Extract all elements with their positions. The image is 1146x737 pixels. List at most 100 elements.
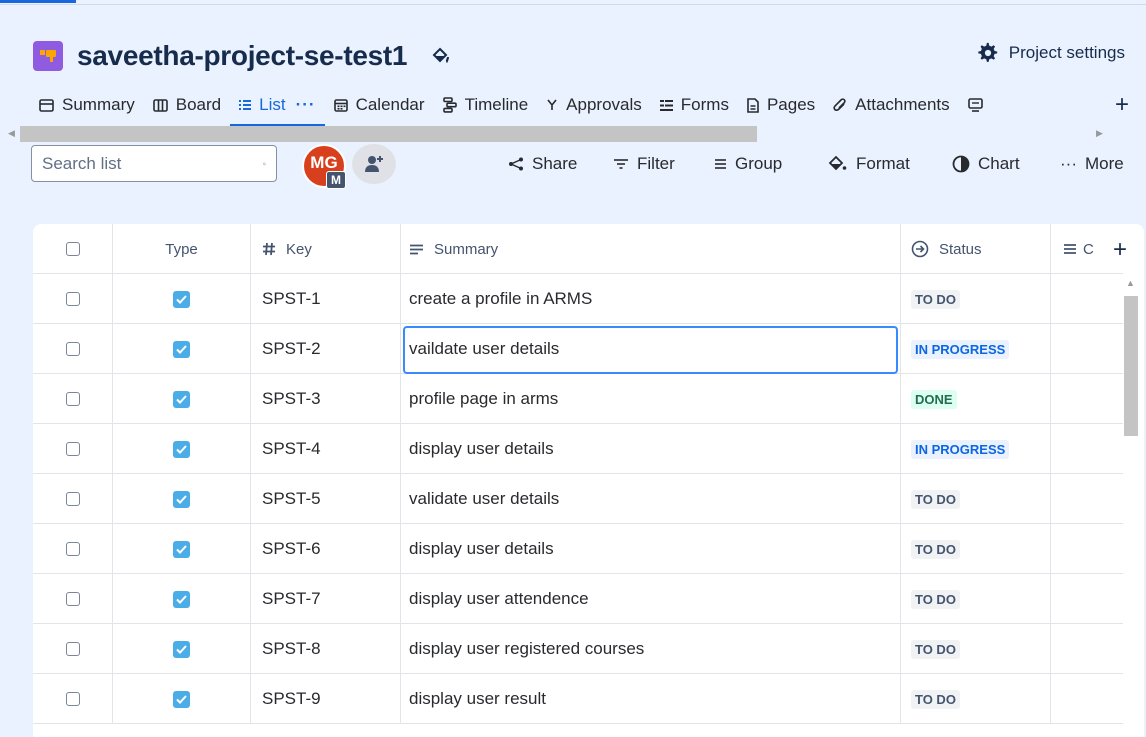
status-badge[interactable]: IN PROGRESS	[911, 439, 1010, 459]
row-status-cell[interactable]: TO DO	[901, 524, 1051, 574]
table-row[interactable]: SPST-2 vaildate user details IN PROGRESS	[33, 324, 1123, 374]
status-badge[interactable]: DONE	[911, 389, 957, 409]
task-type-icon[interactable]	[173, 340, 190, 358]
row-summary-cell[interactable]: vaildate user details	[401, 324, 901, 374]
status-badge[interactable]: TO DO	[911, 289, 960, 309]
issue-key[interactable]: SPST-2	[262, 339, 321, 359]
row-checkbox[interactable]	[65, 692, 80, 706]
row-extra-cell[interactable]	[1051, 624, 1123, 674]
issue-key[interactable]: SPST-9	[262, 689, 321, 709]
select-all-checkbox[interactable]	[65, 242, 80, 256]
issue-key[interactable]: SPST-3	[262, 389, 321, 409]
row-extra-cell[interactable]	[1051, 474, 1123, 524]
row-key-cell[interactable]: SPST-6	[251, 524, 401, 574]
tab-approvals[interactable]: Approvals	[537, 90, 651, 120]
issue-key[interactable]: SPST-4	[262, 439, 321, 459]
row-status-cell[interactable]: TO DO	[901, 674, 1051, 724]
project-avatar-icon[interactable]	[33, 41, 63, 71]
status-badge[interactable]: TO DO	[911, 489, 960, 509]
row-checkbox[interactable]	[65, 492, 80, 506]
scroll-up-icon[interactable]: ▲	[1126, 278, 1135, 288]
tab-forms[interactable]: Forms	[651, 90, 738, 120]
scroll-left-icon[interactable]: ◀	[8, 128, 15, 139]
row-checkbox[interactable]	[65, 592, 80, 606]
issue-summary[interactable]: display user result	[409, 689, 546, 709]
issue-summary[interactable]: create a profile in ARMS	[409, 289, 592, 309]
tab-timeline[interactable]: Timeline	[434, 90, 538, 120]
row-key-cell[interactable]: SPST-8	[251, 624, 401, 674]
row-status-cell[interactable]: TO DO	[901, 574, 1051, 624]
row-summary-cell[interactable]: display user details	[401, 424, 901, 474]
issue-summary[interactable]: validate user details	[409, 489, 559, 509]
status-badge[interactable]: TO DO	[911, 539, 960, 559]
status-badge[interactable]: TO DO	[911, 639, 960, 659]
column-header-status[interactable]: Status	[901, 224, 1051, 274]
row-summary-cell[interactable]: create a profile in ARMS	[401, 274, 901, 324]
row-summary-cell[interactable]: display user attendence	[401, 574, 901, 624]
row-key-cell[interactable]: SPST-5	[251, 474, 401, 524]
row-status-cell[interactable]: TO DO	[901, 624, 1051, 674]
row-status-cell[interactable]: IN PROGRESS	[901, 424, 1051, 474]
row-checkbox[interactable]	[65, 342, 80, 356]
tab-list[interactable]: List ···	[230, 90, 326, 126]
more-button[interactable]: ··· More	[1060, 150, 1124, 178]
vertical-scrollbar-thumb[interactable]	[1124, 296, 1138, 436]
task-type-icon[interactable]	[173, 690, 190, 708]
row-checkbox[interactable]	[65, 642, 80, 656]
chart-button[interactable]: Chart	[952, 150, 1020, 178]
search-input[interactable]	[42, 153, 263, 174]
add-column-button[interactable]: +	[1113, 236, 1127, 264]
row-extra-cell[interactable]	[1051, 524, 1123, 574]
issue-summary[interactable]: display user details	[409, 539, 554, 559]
add-tab-button[interactable]: +	[1115, 91, 1129, 119]
row-extra-cell[interactable]	[1051, 374, 1123, 424]
issue-summary[interactable]: display user attendence	[409, 589, 589, 609]
tab-attachments[interactable]: Attachments	[824, 90, 959, 120]
task-type-icon[interactable]	[173, 390, 190, 408]
row-checkbox[interactable]	[65, 292, 80, 306]
column-header-type[interactable]: Type	[113, 224, 251, 274]
status-badge[interactable]: IN PROGRESS	[911, 339, 1010, 359]
search-list-field[interactable]	[31, 145, 277, 182]
task-type-icon[interactable]	[173, 540, 190, 558]
status-badge[interactable]: TO DO	[911, 689, 960, 709]
row-status-cell[interactable]: TO DO	[901, 474, 1051, 524]
issue-summary[interactable]: display user details	[409, 439, 554, 459]
tab-pages[interactable]: Pages	[738, 90, 824, 120]
row-checkbox[interactable]	[65, 442, 80, 456]
column-header-key[interactable]: Key	[251, 224, 401, 274]
tab-summary[interactable]: Summary	[30, 90, 144, 120]
row-extra-cell[interactable]	[1051, 674, 1123, 724]
row-extra-cell[interactable]	[1051, 324, 1123, 374]
table-row[interactable]: SPST-1 create a profile in ARMS TO DO	[33, 274, 1123, 324]
scroll-right-icon[interactable]: ▶	[1096, 128, 1103, 139]
row-checkbox[interactable]	[65, 392, 80, 406]
project-settings-button[interactable]: Project settings	[977, 42, 1125, 64]
issue-key[interactable]: SPST-6	[262, 539, 321, 559]
format-button[interactable]: Format	[828, 150, 910, 178]
row-status-cell[interactable]: IN PROGRESS	[901, 324, 1051, 374]
table-row[interactable]: SPST-9 display user result TO DO	[33, 674, 1123, 724]
group-button[interactable]: Group	[714, 150, 782, 178]
filter-button[interactable]: Filter	[613, 150, 675, 178]
row-summary-cell[interactable]: profile page in arms	[401, 374, 901, 424]
issue-summary[interactable]: display user registered courses	[409, 639, 644, 659]
row-status-cell[interactable]: TO DO	[901, 274, 1051, 324]
table-row[interactable]: SPST-8 display user registered courses TO …	[33, 624, 1123, 674]
task-type-icon[interactable]	[173, 640, 190, 658]
row-summary-cell[interactable]: display user registered courses	[401, 624, 901, 674]
issue-key[interactable]: SPST-7	[262, 589, 321, 609]
tab-overflow[interactable]	[959, 90, 1000, 120]
row-key-cell[interactable]: SPST-4	[251, 424, 401, 474]
tab-list-more[interactable]: ···	[296, 95, 316, 115]
row-summary-cell[interactable]: validate user details	[401, 474, 901, 524]
row-key-cell[interactable]: SPST-7	[251, 574, 401, 624]
row-key-cell[interactable]: SPST-2	[251, 324, 401, 374]
task-type-icon[interactable]	[173, 440, 190, 458]
share-button[interactable]: Share	[508, 150, 577, 178]
table-row[interactable]: SPST-4 display user details IN PROGRESS	[33, 424, 1123, 474]
task-type-icon[interactable]	[173, 290, 190, 308]
table-row[interactable]: SPST-3 profile page in arms DONE	[33, 374, 1123, 424]
tab-calendar[interactable]: Calendar	[325, 90, 434, 120]
row-status-cell[interactable]: DONE	[901, 374, 1051, 424]
